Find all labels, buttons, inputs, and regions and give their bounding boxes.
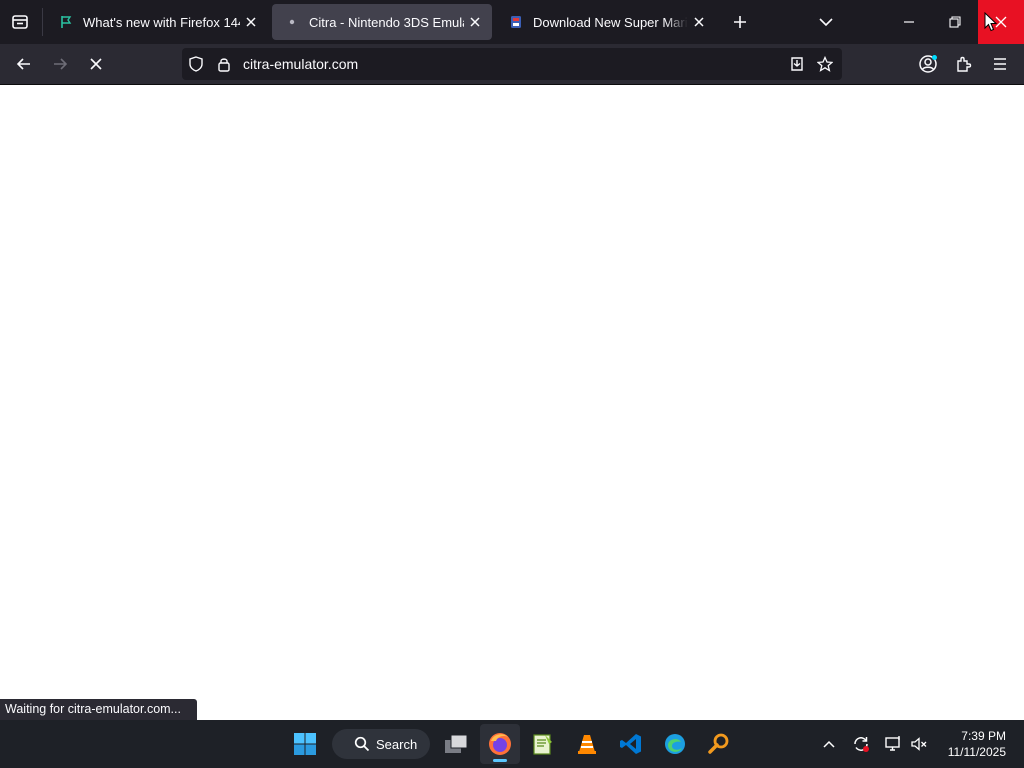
account-icon [919, 55, 937, 73]
tab-title: Citra - Nintendo 3DS Emulator [309, 14, 464, 30]
chevron-down-icon [819, 18, 833, 27]
tab-whats-new[interactable]: What's new with Firefox 144 [46, 4, 268, 40]
taskbar-vlc[interactable] [567, 724, 607, 764]
tab-close-icon[interactable] [464, 11, 486, 33]
lock-icon[interactable] [216, 56, 232, 72]
clock-time: 7:39 PM [961, 729, 1006, 743]
url-text[interactable]: citra-emulator.com [243, 56, 358, 72]
stop-button[interactable] [82, 50, 110, 78]
restore-button[interactable] [932, 0, 978, 44]
page-content [0, 85, 1024, 720]
tab-close-icon[interactable] [688, 11, 710, 33]
task-view-button[interactable] [436, 724, 476, 764]
taskbar-vscode[interactable] [611, 724, 651, 764]
task-view-icon [445, 734, 468, 753]
show-hidden-icons-button[interactable] [819, 734, 839, 754]
minimize-icon [904, 21, 914, 23]
windows-start-icon [294, 733, 316, 755]
volume-muted-icon [911, 737, 927, 751]
taskbar-edge[interactable] [655, 724, 695, 764]
firefox-flag-icon [58, 14, 74, 30]
tab-strip: What's new with Firefox 144 Citra - Nint… [0, 0, 1024, 44]
clock-date: 11/11/2025 [947, 745, 1006, 759]
url-bar[interactable]: citra-emulator.com [182, 48, 842, 80]
search-everything-icon [708, 733, 729, 754]
page-download-icon[interactable] [789, 56, 805, 72]
vscode-icon [620, 734, 641, 754]
sync-icon [854, 737, 869, 752]
tab-separator [42, 8, 43, 36]
status-panel: Waiting for citra-emulator.com... [0, 699, 197, 720]
list-all-tabs-button[interactable] [814, 10, 838, 34]
new-tab-button[interactable] [728, 10, 752, 34]
taskbar: Search 7:39 PM 11/11/2025 [0, 720, 1024, 768]
restore-icon [949, 16, 961, 28]
mouse-cursor-icon [984, 12, 998, 32]
stop-icon [90, 58, 102, 70]
system-clock[interactable]: 7:39 PM 11/11/2025 [948, 728, 1006, 760]
arrow-right-icon [54, 58, 68, 70]
taskbar-notepad-plus-plus[interactable] [523, 724, 563, 764]
search-icon [354, 736, 370, 752]
search-label: Search [376, 736, 418, 752]
firefox-view-button[interactable] [8, 10, 32, 34]
sync-tray-button[interactable] [851, 734, 871, 754]
vlc-icon [578, 735, 596, 754]
loading-dot-icon [284, 14, 300, 30]
plus-icon [734, 16, 746, 28]
tab-download-mario[interactable]: Download New Super Mario Bros [496, 4, 716, 40]
tracking-protection-shield-icon[interactable] [188, 56, 204, 72]
back-button[interactable] [10, 50, 38, 78]
active-app-indicator [493, 759, 507, 762]
firefox-icon [489, 733, 511, 755]
tab-citra[interactable]: Citra - Nintendo 3DS Emulator [272, 4, 492, 40]
edge-icon [665, 734, 685, 754]
puzzle-piece-icon [957, 56, 972, 72]
minimize-button[interactable] [886, 0, 932, 44]
bookmark-star-icon[interactable] [817, 56, 833, 72]
app-menu-button[interactable] [986, 50, 1014, 78]
monitor-icon [885, 736, 900, 751]
account-button[interactable] [914, 50, 942, 78]
taskbar-firefox[interactable] [480, 724, 520, 764]
3ds-icon [508, 14, 524, 30]
tab-title: What's new with Firefox 144 [83, 14, 240, 30]
tab-title: Download New Super Mario Bros [533, 14, 688, 30]
taskbar-search-everything[interactable] [699, 724, 739, 764]
start-button[interactable] [285, 724, 325, 764]
volume-tray-button[interactable] [909, 734, 929, 754]
extensions-button[interactable] [950, 50, 978, 78]
taskbar-search-button[interactable]: Search [332, 729, 430, 759]
firefox-view-icon [12, 15, 28, 29]
chevron-up-icon [823, 740, 835, 748]
arrow-left-icon [16, 58, 30, 70]
forward-button[interactable] [46, 50, 74, 78]
navigation-toolbar: citra-emulator.com [0, 44, 1024, 85]
notepad-plus-plus-icon [533, 734, 552, 755]
hamburger-menu-icon [994, 58, 1006, 70]
display-tray-button[interactable] [883, 734, 903, 754]
tab-close-icon[interactable] [240, 11, 262, 33]
